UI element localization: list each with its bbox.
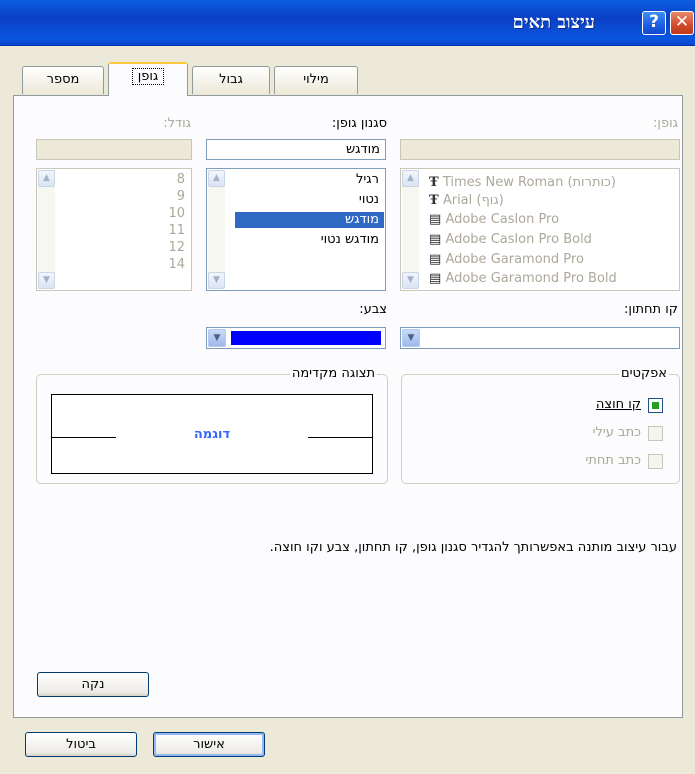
scroll-up-arrow: ▲ xyxy=(402,170,419,187)
color-select[interactable]: ▼ xyxy=(206,327,386,349)
preview-box: דוגמה xyxy=(51,394,373,474)
font-item: ▤ Adobe Garamond Pro xyxy=(429,252,584,267)
preview-sample: דוגמה xyxy=(193,427,231,442)
font-list-scrollbar: ▲ ▼ xyxy=(402,170,419,289)
font-item: ▤ Adobe Caslon Pro xyxy=(429,212,560,227)
strikethrough-checkbox[interactable] xyxy=(648,398,663,413)
font-input xyxy=(400,139,680,160)
size-input xyxy=(36,139,192,160)
font-item: Ŧ Times New Roman (כותרות) xyxy=(429,175,616,190)
size-item: 14 xyxy=(168,257,185,272)
subscript-checkbox xyxy=(648,454,663,469)
chevron-down-icon[interactable]: ▼ xyxy=(402,329,420,347)
opentype-icon: ▤ xyxy=(429,252,442,267)
opentype-icon: ▤ xyxy=(429,212,442,227)
font-item: ▤ Adobe Garamond Pro Bold xyxy=(429,271,617,286)
superscript-checkbox xyxy=(648,426,663,441)
size-item: 10 xyxy=(168,206,185,221)
size-item: 11 xyxy=(168,223,185,238)
style-item-italic[interactable]: נטוי xyxy=(359,192,379,208)
superscript-label: כתב עילי xyxy=(592,425,641,440)
help-button[interactable]: ? xyxy=(642,11,666,35)
tab-border[interactable]: גבול xyxy=(192,66,270,94)
style-item-regular[interactable]: רגיל xyxy=(356,172,379,188)
tab-number[interactable]: מספר xyxy=(22,66,104,94)
size-item: 9 xyxy=(176,189,185,204)
title-bar: עיצוב תאים ? ✕ xyxy=(0,0,695,46)
font-item: Ŧ Arial (גוף) xyxy=(429,193,504,208)
font-list: ▲ ▼ Ŧ Times New Roman (כותרות) Ŧ Arial (… xyxy=(400,168,680,291)
underline-label: קו תחתון: xyxy=(624,302,678,317)
style-list-scrollbar[interactable]: ▲ ▼ xyxy=(208,170,225,289)
preview-group: תצוגה מקדימה דוגמה xyxy=(36,366,388,484)
font-label: גופן: xyxy=(653,116,678,131)
strikethrough-label[interactable]: קו חוצה xyxy=(596,397,641,412)
opentype-icon: ▤ xyxy=(429,271,442,286)
scroll-up-arrow[interactable]: ▲ xyxy=(208,170,225,187)
close-button[interactable]: ✕ xyxy=(670,11,694,35)
size-item: 12 xyxy=(168,240,185,255)
truetype-icon: Ŧ xyxy=(429,193,439,208)
font-style-input[interactable]: מודגש xyxy=(206,139,386,160)
window-title: עיצוב תאים xyxy=(512,12,595,33)
scroll-down-arrow: ▼ xyxy=(38,272,55,289)
truetype-icon: Ŧ xyxy=(429,175,439,190)
underline-select[interactable]: ▼ xyxy=(400,327,680,349)
font-style-label: סגנון גופן: xyxy=(331,116,387,131)
size-list: ▲ ▼ 8 9 10 11 12 14 xyxy=(36,168,192,291)
tab-font[interactable]: גופן xyxy=(108,62,188,96)
size-item: 8 xyxy=(176,172,185,187)
font-style-list[interactable]: ▲ ▼ רגיל נטוי מודגש מודגש נטוי xyxy=(206,168,386,291)
style-item-bold-italic[interactable]: מודגש נטוי xyxy=(321,232,379,248)
tab-fill[interactable]: מילוי xyxy=(274,66,358,94)
subscript-label: כתב תחתי xyxy=(585,453,641,468)
color-label: צבע: xyxy=(359,302,387,317)
size-label: גודל: xyxy=(163,116,191,131)
font-item: ▤ Adobe Caslon Pro Bold xyxy=(429,232,592,247)
cancel-button[interactable]: ביטול xyxy=(25,732,137,757)
ok-button[interactable]: אישור xyxy=(153,732,265,757)
scroll-up-arrow: ▲ xyxy=(38,170,55,187)
effects-group: אפקטים קו חוצה כתב עילי כתב תחתי xyxy=(401,366,680,484)
color-swatch xyxy=(231,331,381,345)
scroll-down-arrow[interactable]: ▼ xyxy=(208,272,225,289)
clear-button[interactable]: נקה xyxy=(37,672,149,697)
chevron-down-icon[interactable]: ▼ xyxy=(208,329,226,347)
preview-title: תצוגה מקדימה xyxy=(289,366,377,381)
effects-title: אפקטים xyxy=(619,366,669,381)
opentype-icon: ▤ xyxy=(429,232,442,247)
size-list-scrollbar: ▲ ▼ xyxy=(38,170,55,289)
scroll-down-arrow: ▼ xyxy=(402,272,419,289)
conditional-format-info: עבור עיצוב מותנה באפשרותך להגדיר סגנון ג… xyxy=(269,540,677,555)
style-item-bold[interactable]: מודגש xyxy=(235,212,384,228)
